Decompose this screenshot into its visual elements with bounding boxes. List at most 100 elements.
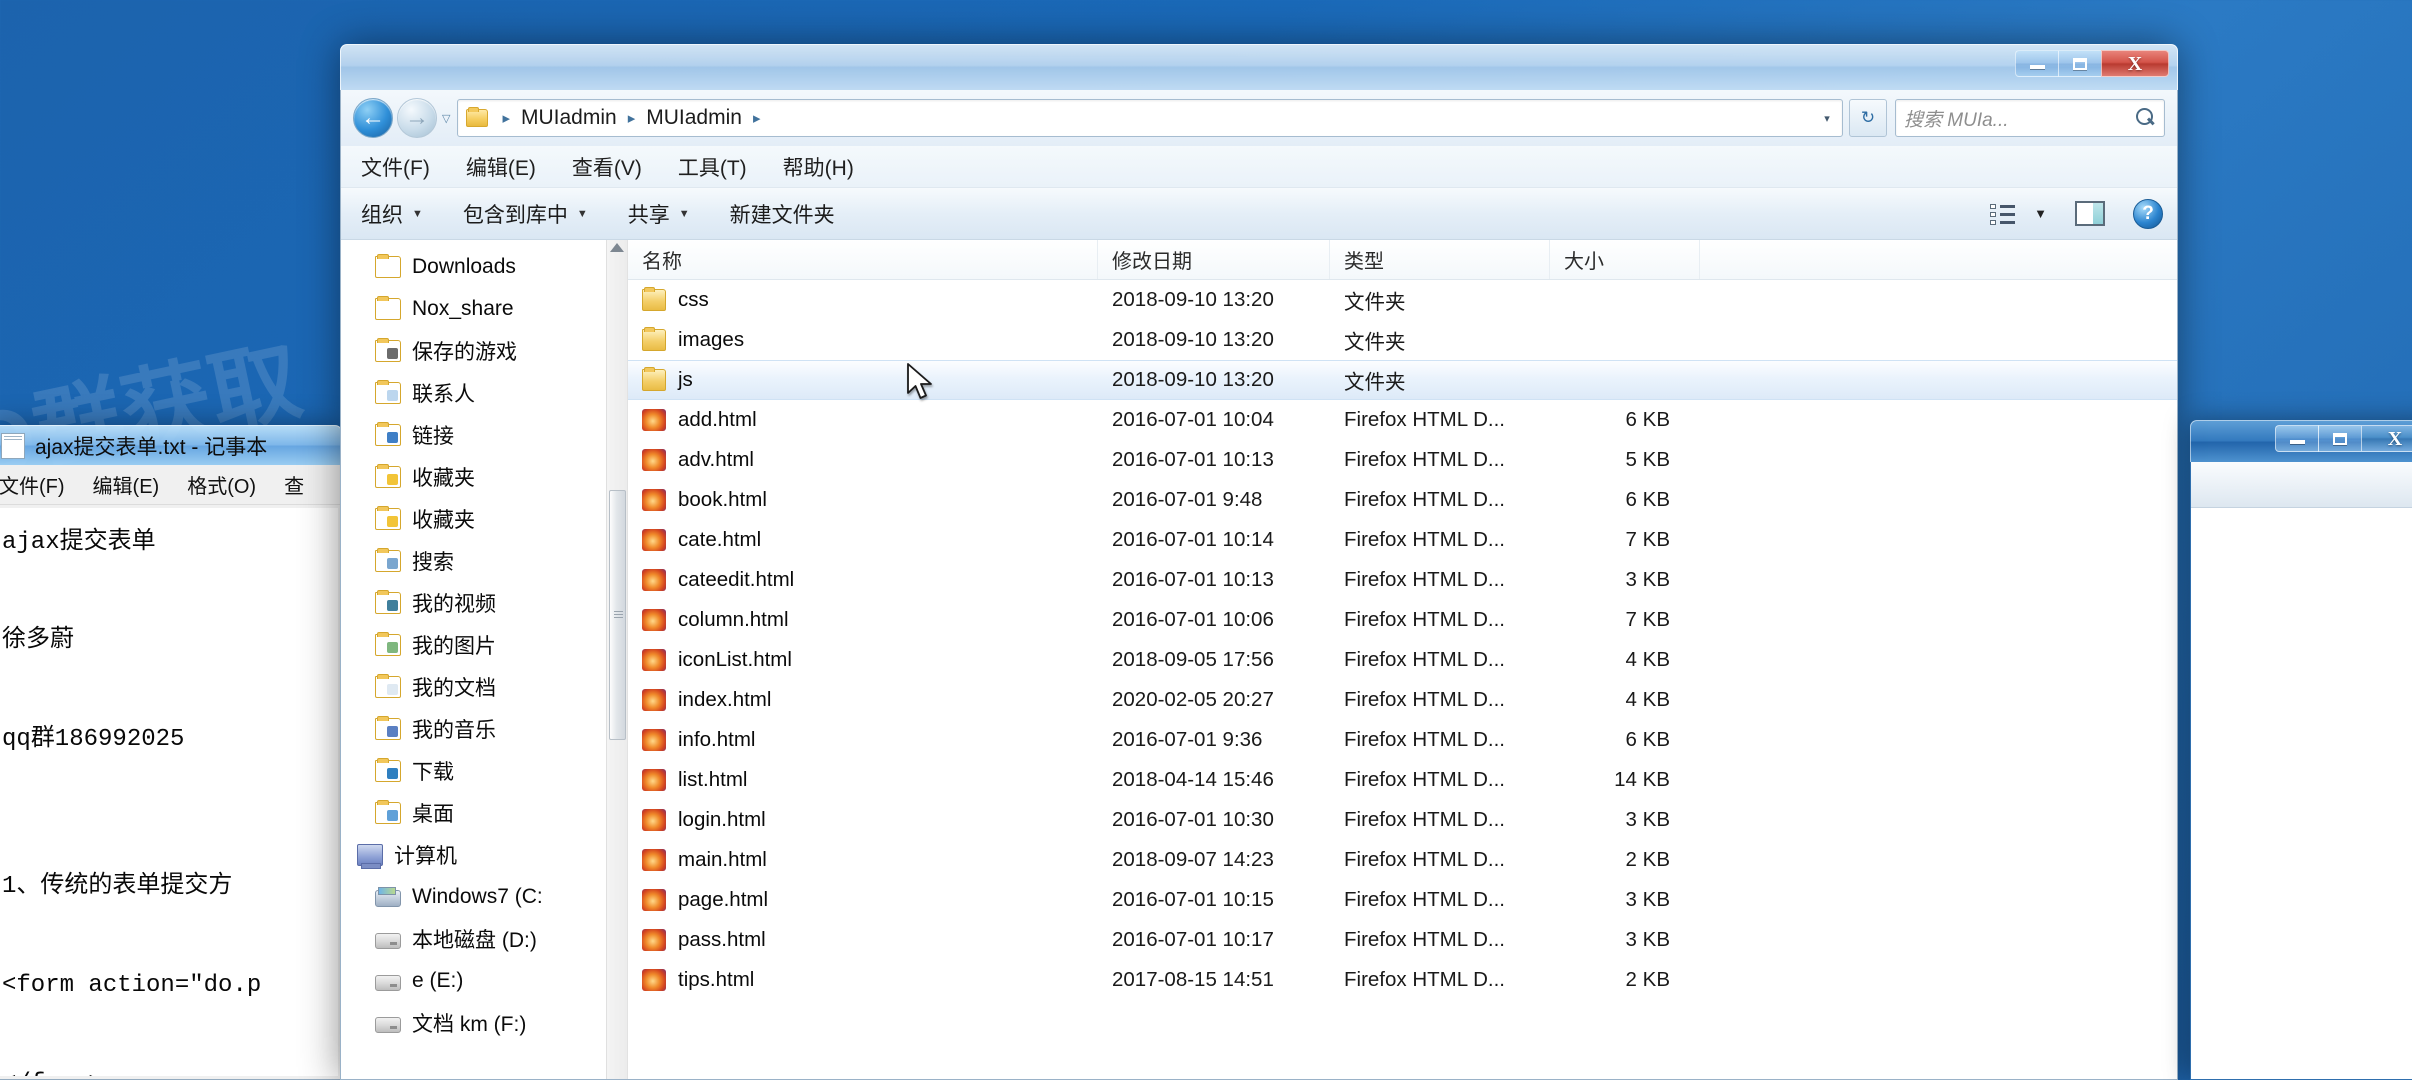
computer-icon (357, 844, 383, 869)
file-type-cell: Firefox HTML D... (1344, 608, 1505, 631)
history-dropdown-icon[interactable]: ▽ (442, 112, 450, 125)
nav-item-5[interactable]: 收藏夹 (341, 456, 627, 498)
nav-item-17[interactable]: e (E:) (341, 960, 627, 1002)
explorer-titlebar[interactable]: X (340, 44, 2178, 90)
nav-item-11[interactable]: 我的音乐 (341, 708, 627, 750)
table-row[interactable]: images 2018-09-10 13:20 文件夹 (628, 320, 2177, 360)
table-row[interactable]: login.html 2016-07-01 10:30 Firefox HTML D… (628, 800, 2177, 840)
nav-item-3[interactable]: 联系人 (341, 372, 627, 414)
refresh-button[interactable]: ↻ (1849, 99, 1887, 137)
table-row[interactable]: column.html 2016-07-01 10:06 Firefox HTML … (628, 600, 2177, 640)
close-button[interactable]: X (2361, 425, 2412, 452)
folder-icon (375, 254, 401, 278)
breadcrumb-item-1[interactable]: MUIadmin (518, 106, 620, 130)
table-row[interactable]: index.html 2020-02-05 20:27 Firefox HTML D… (628, 680, 2177, 720)
notepad-titlebar[interactable]: ajax提交表单.txt - 记事本 (0, 425, 342, 465)
column-header-date[interactable]: 修改日期 (1098, 240, 1330, 279)
table-row[interactable]: list.html 2018-04-14 15:46 Firefox HTML D.… (628, 760, 2177, 800)
table-row[interactable]: book.html 2016-07-01 9:48 Firefox HTML D..… (628, 480, 2177, 520)
nav-item-18[interactable]: 文档 km (F:) (341, 1002, 627, 1044)
background-window[interactable]: X (2190, 420, 2412, 1080)
scroll-up-icon[interactable] (610, 243, 624, 252)
menu-edit[interactable]: 编辑(E) (466, 152, 536, 182)
menu-view[interactable]: 查看(V) (572, 152, 642, 182)
close-button[interactable]: X (2101, 50, 2169, 77)
notepad-menu-edit[interactable]: 编辑(E) (93, 470, 160, 499)
table-row[interactable]: pass.html 2016-07-01 10:17 Firefox HTML D.… (628, 920, 2177, 960)
notepad-text-area[interactable]: ajax提交表单 徐多蔚 qq群186992025 1、传统的表单提交方 <fo… (0, 508, 338, 1076)
search-box[interactable]: 搜索 MUIa... (1895, 99, 2165, 137)
navigation-scrollbar[interactable] (606, 240, 627, 1079)
firefox-html-icon (642, 449, 666, 471)
new-folder-button[interactable]: 新建文件夹 (730, 199, 835, 229)
notepad-window[interactable]: ajax提交表单.txt - 记事本 文件(F) 编辑(E) 格式(O) 查 a… (0, 425, 342, 1080)
nav-item-15[interactable]: Windows7 (C: (341, 876, 627, 918)
table-row[interactable]: cate.html 2016-07-01 10:14 Firefox HTML D.… (628, 520, 2177, 560)
nav-item-13[interactable]: 桌面 (341, 792, 627, 834)
background-window-toolbar (2191, 462, 2412, 508)
folder-music-icon (375, 716, 401, 740)
table-row[interactable]: css 2018-09-10 13:20 文件夹 (628, 280, 2177, 320)
back-button[interactable]: ← (353, 98, 393, 138)
chevron-right-icon: ▸ (627, 110, 636, 127)
include-in-library-button[interactable]: 包含到库中 ▼ (463, 199, 588, 229)
nav-item-label: Windows7 (C: (412, 885, 543, 908)
column-header-size[interactable]: 大小 (1550, 240, 1700, 279)
notepad-menu-file[interactable]: 文件(F) (0, 470, 65, 499)
table-row[interactable]: cateedit.html 2016-07-01 10:13 Firefox HTM… (628, 560, 2177, 600)
forward-button[interactable]: → (397, 98, 437, 138)
address-dropdown-icon[interactable]: ▾ (1814, 112, 1840, 125)
search-input[interactable]: 搜索 MUIa... (1904, 105, 2136, 132)
nav-item-8[interactable]: 我的视频 (341, 582, 627, 624)
firefox-html-icon (642, 649, 666, 671)
notepad-line (2, 1010, 330, 1059)
table-row[interactable]: tips.html 2017-08-15 14:51 Firefox HTML D.… (628, 960, 2177, 1000)
notepad-menu-view[interactable]: 查 (284, 470, 304, 499)
nav-item-16[interactable]: 本地磁盘 (D:) (341, 918, 627, 960)
nav-item-6[interactable]: 收藏夹 (341, 498, 627, 540)
chevron-right-icon[interactable]: ▸ (745, 109, 769, 127)
table-row[interactable]: page.html 2016-07-01 10:15 Firefox HTML D.… (628, 880, 2177, 920)
nav-item-7[interactable]: 搜索 (341, 540, 627, 582)
table-row[interactable]: js 2018-09-10 13:20 文件夹 (628, 360, 2177, 400)
file-type-cell: Firefox HTML D... (1344, 448, 1505, 471)
help-button[interactable]: ? (2133, 198, 2163, 229)
menu-tools[interactable]: 工具(T) (678, 152, 747, 182)
maximize-button[interactable] (2058, 50, 2102, 77)
minimize-button[interactable] (2275, 425, 2319, 452)
menu-file[interactable]: 文件(F) (361, 152, 430, 182)
nav-item-9[interactable]: 我的图片 (341, 624, 627, 666)
nav-item-label: e (E:) (412, 969, 464, 992)
notepad-menu-format[interactable]: 格式(O) (187, 470, 256, 499)
nav-item-10[interactable]: 我的文档 (341, 666, 627, 708)
background-window-titlebar[interactable]: X (2190, 420, 2412, 462)
column-header-type[interactable]: 类型 (1330, 240, 1550, 279)
table-row[interactable]: main.html 2018-09-07 14:23 Firefox HTML D.… (628, 840, 2177, 880)
nav-item-12[interactable]: 下载 (341, 750, 627, 792)
navigation-scrollbar-thumb[interactable] (609, 490, 626, 740)
view-dropdown-icon[interactable]: ▼ (2034, 206, 2047, 221)
nav-item-4[interactable]: 链接 (341, 414, 627, 456)
table-row[interactable]: add.html 2016-07-01 10:04 Firefox HTML D..… (628, 400, 2177, 440)
nav-item-14[interactable]: 计算机 (341, 834, 627, 876)
table-row[interactable]: info.html 2016-07-01 9:36 Firefox HTML D..… (628, 720, 2177, 760)
column-header-name[interactable]: 名称 (628, 240, 1098, 279)
organize-button[interactable]: 组织 ▼ (361, 199, 423, 229)
file-name-cell: book.html (628, 488, 1098, 512)
explorer-window[interactable]: X ← → ▽ ▸ MUIadmin ▸ MUIadmin ▸ ▾ ↻ 搜索 M… (340, 44, 2178, 1080)
menu-help[interactable]: 帮助(H) (783, 152, 854, 182)
minimize-button[interactable] (2015, 50, 2059, 77)
nav-item-1[interactable]: Nox_share (341, 288, 627, 330)
table-row[interactable]: adv.html 2016-07-01 10:13 Firefox HTML D..… (628, 440, 2177, 480)
view-options-button[interactable] (1990, 203, 2016, 225)
preview-pane-button[interactable] (2075, 201, 2105, 226)
breadcrumb-item-2[interactable]: MUIadmin (643, 106, 745, 130)
nav-item-2[interactable]: 保存的游戏 (341, 330, 627, 372)
address-bar[interactable]: ▸ MUIadmin ▸ MUIadmin ▸ ▾ (457, 99, 1843, 137)
nav-item-0[interactable]: Downloads (341, 246, 627, 288)
notepad-line: qq群186992025 (2, 725, 185, 753)
maximize-button[interactable] (2318, 425, 2362, 452)
share-button[interactable]: 共享 ▼ (628, 199, 690, 229)
share-label: 共享 (627, 203, 670, 227)
table-row[interactable]: iconList.html 2018-09-05 17:56 Firefox HTM… (628, 640, 2177, 680)
